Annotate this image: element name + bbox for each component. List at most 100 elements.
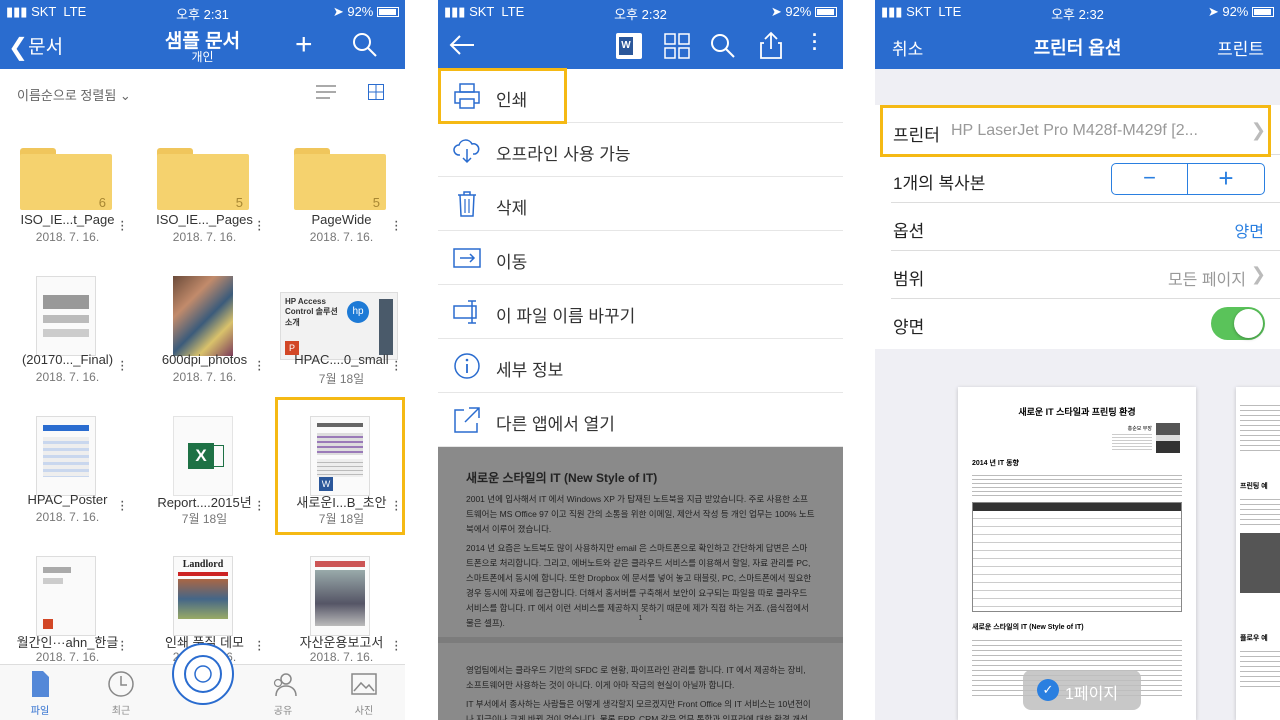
folder-icon: 5 <box>292 130 388 216</box>
range-value: 모든 페이지 <box>1167 272 1246 289</box>
preview-section: 새로운 스타일의 IT (New Style of IT) <box>972 624 1084 631</box>
document-heading: 새로운 스타일의 IT (New Style of IT) <box>466 471 658 485</box>
battery-percent: 92% <box>785 4 812 19</box>
print-button[interactable]: 프린트 <box>1217 35 1264 60</box>
document-thumbnail <box>18 270 114 356</box>
file-name: Report....2015년 <box>157 495 252 510</box>
file-icon <box>32 671 49 697</box>
more-icon[interactable]: · · · <box>120 494 125 518</box>
file-name: 600dpi_photos <box>161 352 248 367</box>
file-name: ISO_IE...t_Page <box>20 212 115 227</box>
preview-section: 2014 년 IT 동향 <box>972 460 1019 467</box>
tab-shared[interactable]: 공유 <box>253 669 313 717</box>
file-item[interactable]: 600dpi_photos 2018. 7. 16. · · · <box>137 260 272 400</box>
people-icon <box>273 673 297 697</box>
back-arrow-icon[interactable] <box>448 33 476 57</box>
more-icon[interactable]: · · · <box>120 354 125 378</box>
file-item[interactable]: HPAC_Poster 2018. 7. 16. · · · <box>0 400 135 540</box>
file-date: 2018. 7. 16. <box>309 230 374 244</box>
file-name: HPAC....0_small <box>294 352 389 367</box>
word-icon[interactable]: W <box>616 33 642 59</box>
folder-icon: 6 <box>18 130 114 216</box>
tab-files[interactable]: 파일 <box>10 669 70 717</box>
options-row[interactable]: 옵션 양면 <box>891 203 1280 251</box>
photo-thumbnail <box>155 270 251 356</box>
checkmark-icon: ✓ <box>1037 679 1059 701</box>
excel-thumbnail: X <box>155 410 251 496</box>
more-icon[interactable]: · · · <box>257 634 262 658</box>
file-name: PageWide <box>311 212 372 227</box>
menu-item-open-in[interactable]: 다른 앱에서 열기 <box>438 393 843 447</box>
tab-photos[interactable]: 사진 <box>334 669 394 717</box>
list-view-icon[interactable] <box>316 85 336 99</box>
add-icon[interactable]: + <box>295 28 313 62</box>
file-actions-screen: ▮▮▮ SKT LTE 오후 2:32 ➤ 92% W · · · 인쇄 오프라인 … <box>438 0 843 720</box>
file-date: 2018. 7. 16. <box>35 650 100 664</box>
location-icon: ➤ <box>1207 4 1219 19</box>
more-icon[interactable]: · · · <box>257 214 262 238</box>
battery-percent: 92% <box>1222 4 1249 19</box>
more-icon[interactable]: · · · <box>120 634 125 658</box>
search-icon[interactable] <box>352 32 378 58</box>
more-icon[interactable]: · · · <box>394 354 399 378</box>
duplex-toggle[interactable] <box>1211 307 1265 340</box>
file-date: 2018. 7. 16. <box>35 230 100 244</box>
battery-icon <box>377 7 399 17</box>
more-icon[interactable]: · · · <box>120 214 125 238</box>
more-icon[interactable]: · · · <box>394 634 399 658</box>
file-date: 2018. 7. 16. <box>309 650 374 664</box>
grid-icon[interactable] <box>664 33 690 59</box>
file-name: ISO_IE..._Pages <box>156 212 253 227</box>
menu-item-delete[interactable]: 삭제 <box>438 177 843 231</box>
sort-row: 이름순으로 정렬됨 ⌄ <box>0 69 405 115</box>
file-date: 2018. 7. 16. <box>35 510 100 524</box>
range-row[interactable]: 범위 모든 페이지 ❯ <box>891 251 1280 299</box>
increment-button[interactable]: + <box>1188 164 1264 194</box>
camera-button[interactable] <box>172 643 234 705</box>
options-value: 양면 <box>1234 224 1264 241</box>
cloud-download-icon <box>453 139 480 164</box>
menu-item-rename[interactable]: 이 파일 이름 바꾸기 <box>438 285 843 339</box>
file-item[interactable]: 5 ISO_IE..._Pages 2018. 7. 16. · · · <box>137 120 272 260</box>
sort-dropdown[interactable]: 이름순으로 정렬됨 ⌄ <box>17 85 131 104</box>
move-icon <box>453 248 481 268</box>
decrement-button[interactable]: − <box>1112 164 1188 194</box>
file-item[interactable]: 5 PageWide 2018. 7. 16. · · · <box>274 120 405 260</box>
page-number: 1 <box>638 615 643 622</box>
grid-view-icon[interactable] <box>368 84 384 100</box>
file-browser-screen: ▮▮▮ SKT LTE 오후 2:31 ➤ 92% ❮문서 샘플 문서 개인 +… <box>0 0 405 720</box>
file-item[interactable]: X Report....2015년 7월 18일 · · · <box>137 400 272 540</box>
file-name: (20170..._Final) <box>21 352 114 367</box>
printer-options-screen: ▮▮▮ SKT LTE 오후 2:32 ➤ 92% 취소 프린터 옵션 프린트 … <box>875 0 1280 720</box>
more-vertical-icon[interactable]: · · · <box>812 26 818 58</box>
preview-author: 홍순모 부장 <box>1127 426 1152 432</box>
location-icon: ➤ <box>332 4 344 19</box>
file-date: 7월 18일 <box>318 372 365 386</box>
file-name: 자산운용보고서 <box>299 635 384 650</box>
file-item[interactable]: 월간인···ahn_한글 2018. 7. 16. · · · <box>0 540 135 680</box>
document-page: 영업팀에서는 클라우드 기반의 SFDC 로 현황, 파이프라인 관리를 합니다… <box>438 643 843 720</box>
rename-icon <box>453 300 477 324</box>
battery-icon <box>1252 7 1274 17</box>
more-icon[interactable]: · · · <box>394 214 399 238</box>
file-item[interactable]: HP Access Control 솔루션 소개 hp P HPAC....0_sm… <box>274 260 405 400</box>
hp-logo: hp <box>347 301 369 323</box>
tab-recent[interactable]: 최근 <box>91 669 151 717</box>
menu-item-move[interactable]: 이동 <box>438 231 843 285</box>
menu-item-offline[interactable]: 오프라인 사용 가능 <box>438 123 843 177</box>
chevron-right-icon: ❯ <box>1250 264 1266 284</box>
file-item[interactable]: 6 ISO_IE...t_Page 2018. 7. 16. · · · <box>0 120 135 260</box>
file-item[interactable]: (20170..._Final) 2018. 7. 16. · · · <box>0 260 135 400</box>
clock-icon <box>108 671 134 697</box>
menu-item-details[interactable]: 세부 정보 <box>438 339 843 393</box>
more-icon[interactable]: · · · <box>257 354 262 378</box>
print-preview-page-2: 프린팅 예 플로우 예 <box>1236 387 1280 720</box>
more-icon[interactable]: · · · <box>257 494 262 518</box>
share-icon[interactable] <box>760 31 782 59</box>
file-item[interactable]: 자산운용보고서 2018. 7. 16. · · · <box>274 540 405 680</box>
document-thumbnail: Landlord <box>155 550 251 636</box>
selection-highlight <box>275 397 405 535</box>
document-thumbnail <box>18 550 114 636</box>
page-select-badge[interactable]: ✓ 1페이지 <box>1023 670 1141 710</box>
search-icon[interactable] <box>710 33 736 59</box>
